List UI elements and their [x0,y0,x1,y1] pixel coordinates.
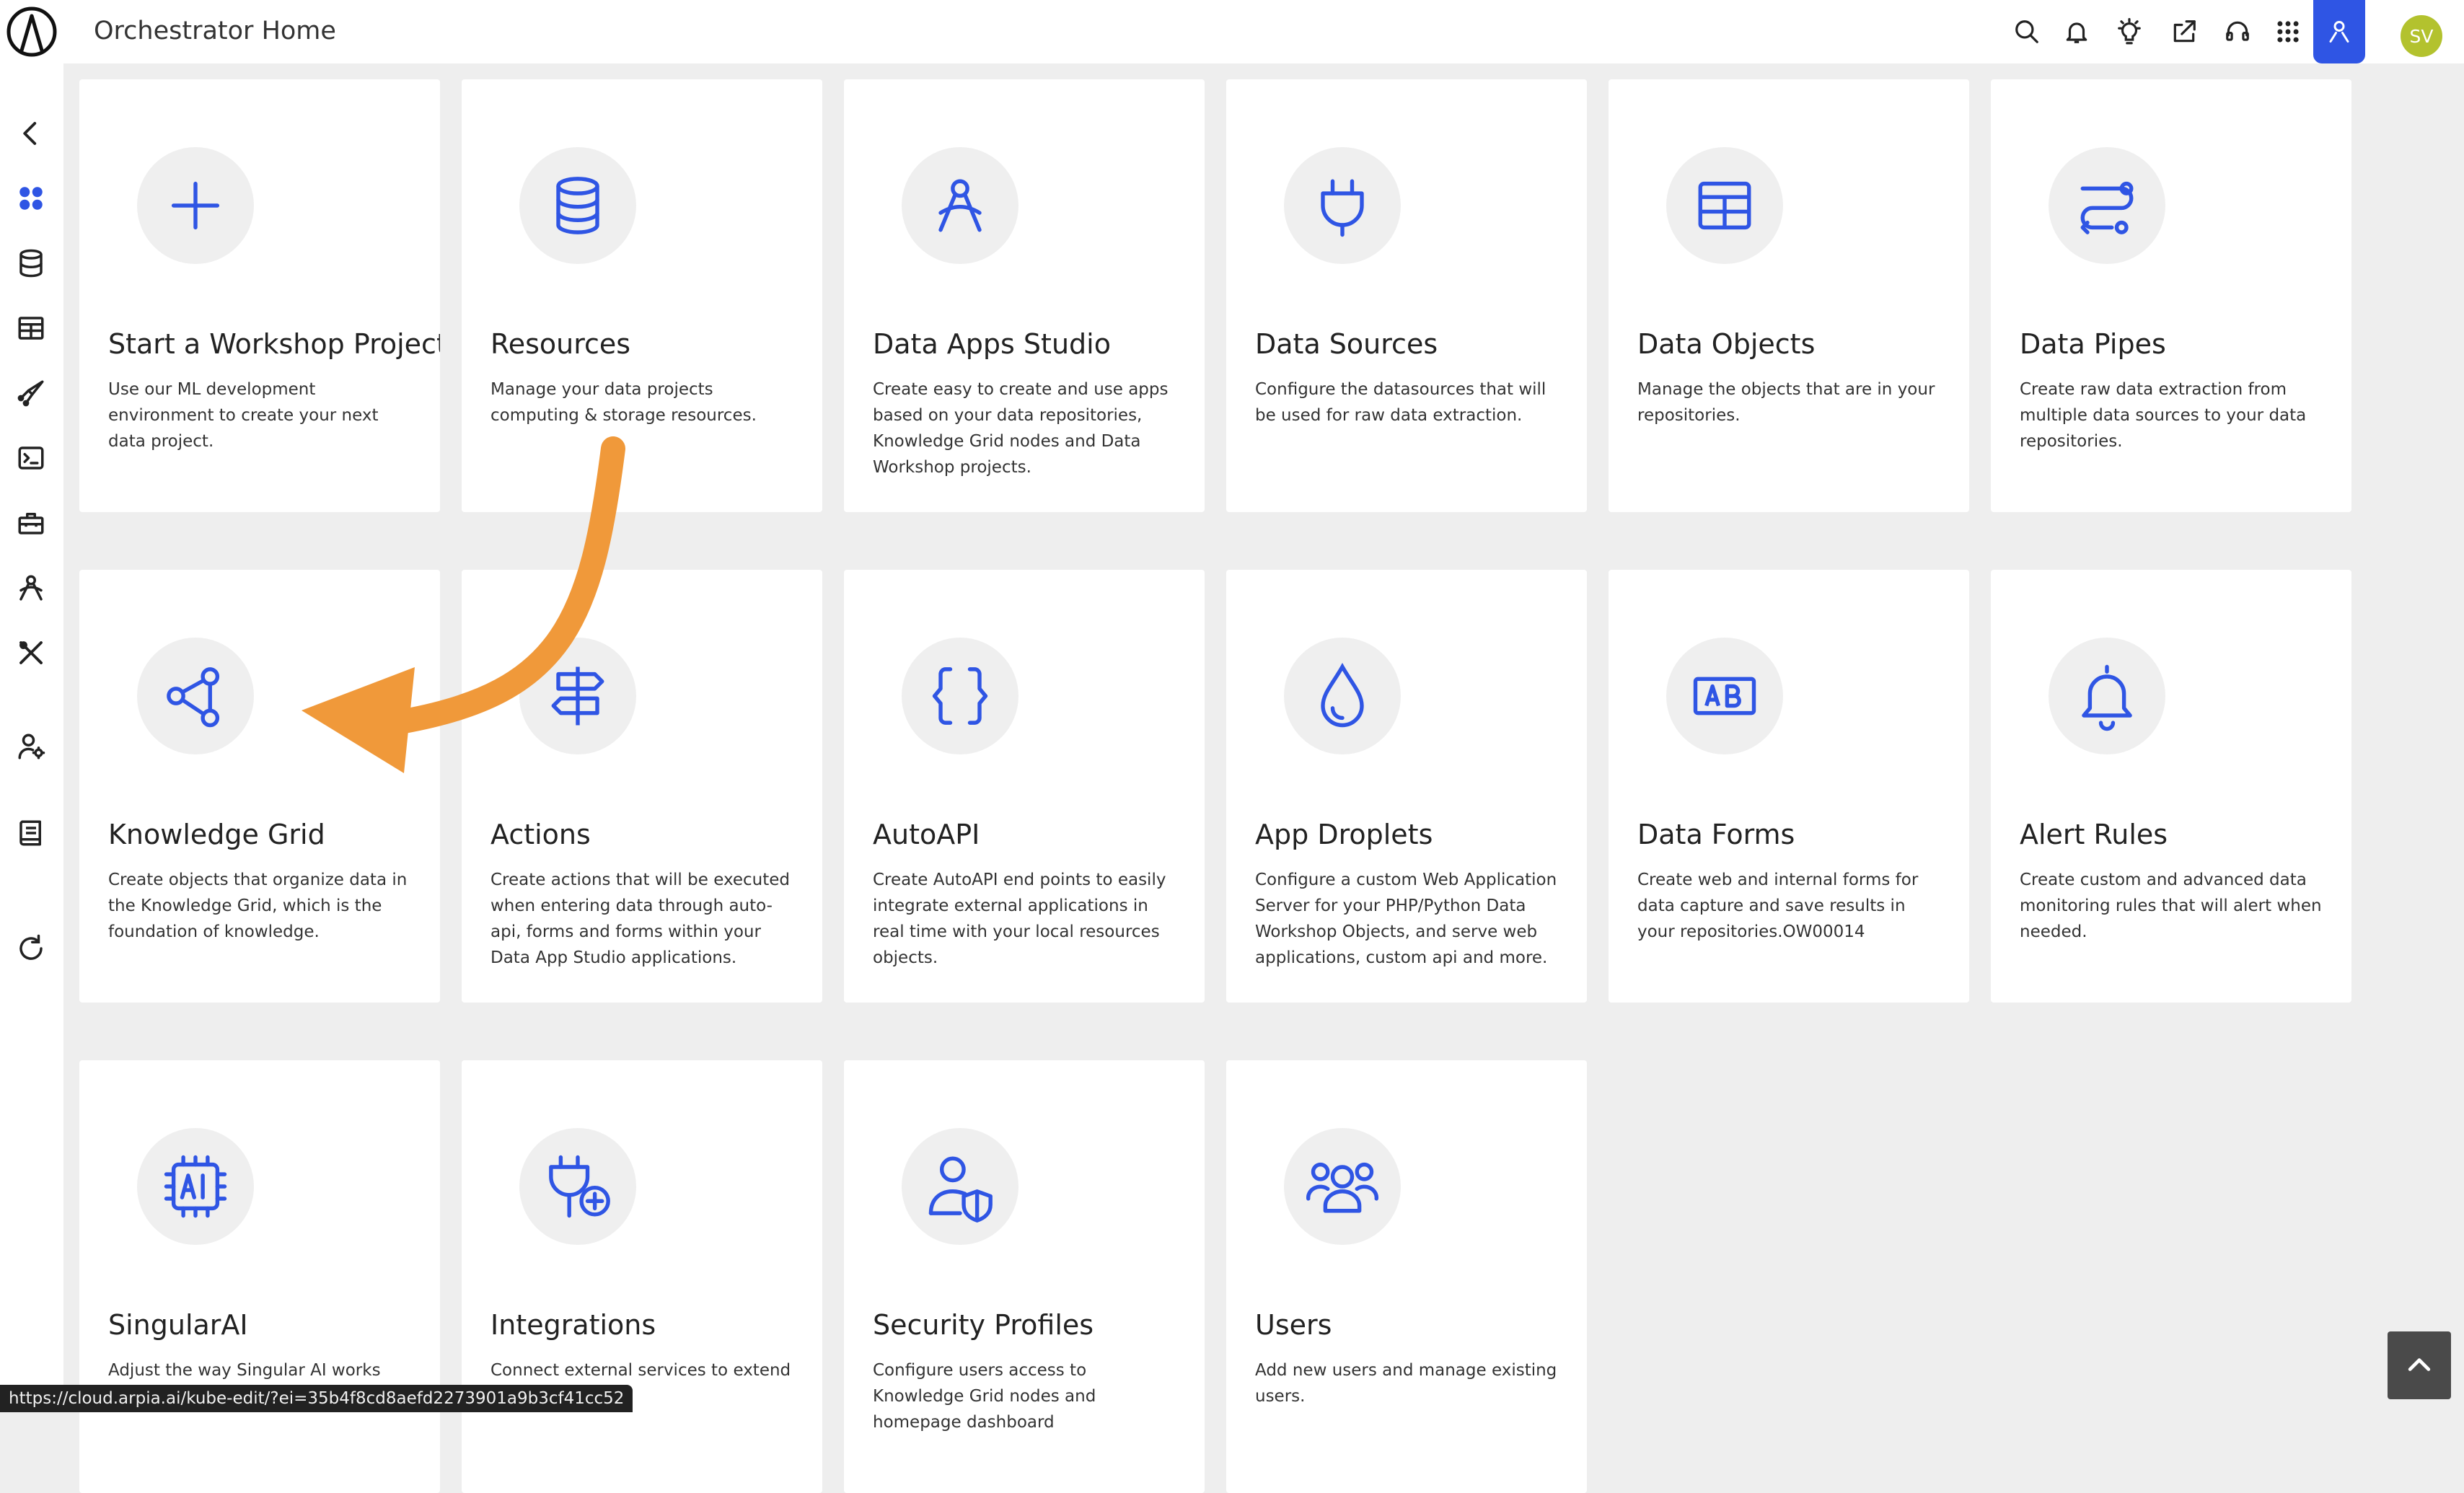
route-icon [2049,147,2165,264]
card-data-sources[interactable]: Data Sources Configure the datasources t… [1226,79,1587,512]
card-integrations[interactable]: Integrations Connect external services t… [462,1060,822,1493]
card-title: Data Sources [1255,328,1438,360]
card-title: Data Objects [1637,328,1816,360]
card-data-objects[interactable]: Data Objects Manage the objects that are… [1609,79,1969,512]
card-description: Create actions that will be executed whe… [490,871,790,967]
card-title: App Droplets [1255,819,1433,850]
card-title: Start a Workshop Project [108,328,440,360]
page-title: Orchestrator Home [94,17,336,45]
bell-icon[interactable] [2059,14,2094,49]
search-icon[interactable] [2010,14,2044,49]
card-alert-rules[interactable]: Alert Rules Create custom and advanced d… [1991,570,2351,1003]
card-autoapi[interactable]: AutoAPI Create AutoAPI end points to eas… [844,570,1205,1003]
database-icon[interactable] [10,242,52,284]
status-url: https://cloud.arpia.ai/kube-edit/?ei=35b… [0,1385,633,1412]
tools-icon[interactable] [10,632,52,674]
card-singularai[interactable]: SingularAI Adjust the way Singular AI wo… [79,1060,440,1493]
signpost-icon [519,638,636,754]
card-title: Security Profiles [873,1309,1094,1341]
plug-icon [1284,147,1401,264]
card-data-pipes[interactable]: Data Pipes Create raw data extraction fr… [1991,79,2351,512]
card-description: Create raw data extraction from multiple… [2020,380,2307,451]
card-description: Use our ML development environment to cr… [108,380,379,451]
user-network-icon[interactable] [2313,0,2365,63]
collapse-icon[interactable] [10,113,52,154]
top-bar: Orchestrator Home SV [0,0,2464,63]
terminal-icon[interactable] [10,437,52,479]
card-title: SingularAI [108,1309,248,1341]
card-start-workshop-project[interactable]: Start a Workshop Project Use our ML deve… [79,79,440,512]
pipeline-icon[interactable] [10,372,52,414]
card-title: Actions [490,819,591,850]
card-description: Manage your data projects computing & st… [490,380,757,425]
logo-icon[interactable] [6,6,58,58]
card-description: Configure the datasources that will be u… [1255,380,1546,425]
card-description: Add new users and manage existing users. [1255,1361,1557,1406]
card-title: Knowledge Grid [108,819,325,850]
card-description: Create AutoAPI end points to easily inte… [873,871,1166,967]
book-icon[interactable] [10,812,52,854]
ai-chip-icon [137,1128,254,1245]
apps-grid-icon[interactable] [2271,14,2305,49]
card-description: Create web and internal forms for data c… [1637,871,1919,941]
card-knowledge-grid[interactable]: Knowledge Grid Create objects that organ… [79,570,440,1003]
users-icon [1284,1128,1401,1245]
card-app-droplets[interactable]: App Droplets Configure a custom Web Appl… [1226,570,1587,1003]
sidebar [0,63,63,1412]
card-description: Configure users access to Knowledge Grid… [873,1361,1096,1432]
card-description: Configure a custom Web Application Serve… [1255,871,1557,967]
database-icon [519,147,636,264]
card-title: Data Apps Studio [873,328,1111,360]
user-shield-icon [902,1128,1018,1245]
refresh-icon[interactable] [10,928,52,969]
card-resources[interactable]: Resources Manage your data projects comp… [462,79,822,512]
table-icon [1666,147,1783,264]
card-description: Manage the objects that are in your repo… [1637,380,1935,425]
table-icon[interactable] [10,307,52,349]
compass-icon [902,147,1018,264]
card-description: Create easy to create and use apps based… [873,380,1169,477]
share-nodes-icon [137,638,254,754]
card-title: AutoAPI [873,819,980,850]
card-title: Users [1255,1309,1332,1341]
card-data-forms[interactable]: Data Forms Create web and internal forms… [1609,570,1969,1003]
card-users[interactable]: Users Add new users and manage existing … [1226,1060,1587,1493]
scroll-top-button[interactable] [2388,1331,2451,1399]
ab-form-icon [1666,638,1783,754]
plug-plus-icon [519,1128,636,1245]
card-security-profiles[interactable]: Security Profiles Configure users access… [844,1060,1205,1493]
headset-icon[interactable] [2220,14,2255,49]
studio-icon[interactable] [10,567,52,609]
toolbox-icon[interactable] [10,502,52,544]
card-title: Data Pipes [2020,328,2166,360]
card-data-apps-studio[interactable]: Data Apps Studio Create easy to create a… [844,79,1205,512]
card-actions[interactable]: Actions Create actions that will be exec… [462,570,822,1003]
card-title: Data Forms [1637,819,1795,850]
card-title: Alert Rules [2020,819,2168,850]
avatar[interactable]: SV [2401,15,2442,57]
dashboard-icon[interactable] [10,177,52,219]
bell-icon [2049,638,2165,754]
lightbulb-icon[interactable] [2112,14,2147,49]
card-description: Create custom and advanced data monitori… [2020,871,2322,941]
card-description: Create objects that organize data in the… [108,871,408,941]
share-icon[interactable] [2167,14,2201,49]
droplet-icon [1284,638,1401,754]
chevron-up-icon [2408,1358,2431,1371]
braces-icon [902,638,1018,754]
user-settings-icon[interactable] [10,726,52,767]
card-title: Resources [490,328,631,360]
card-title: Integrations [490,1309,656,1341]
plus-icon [137,147,254,264]
